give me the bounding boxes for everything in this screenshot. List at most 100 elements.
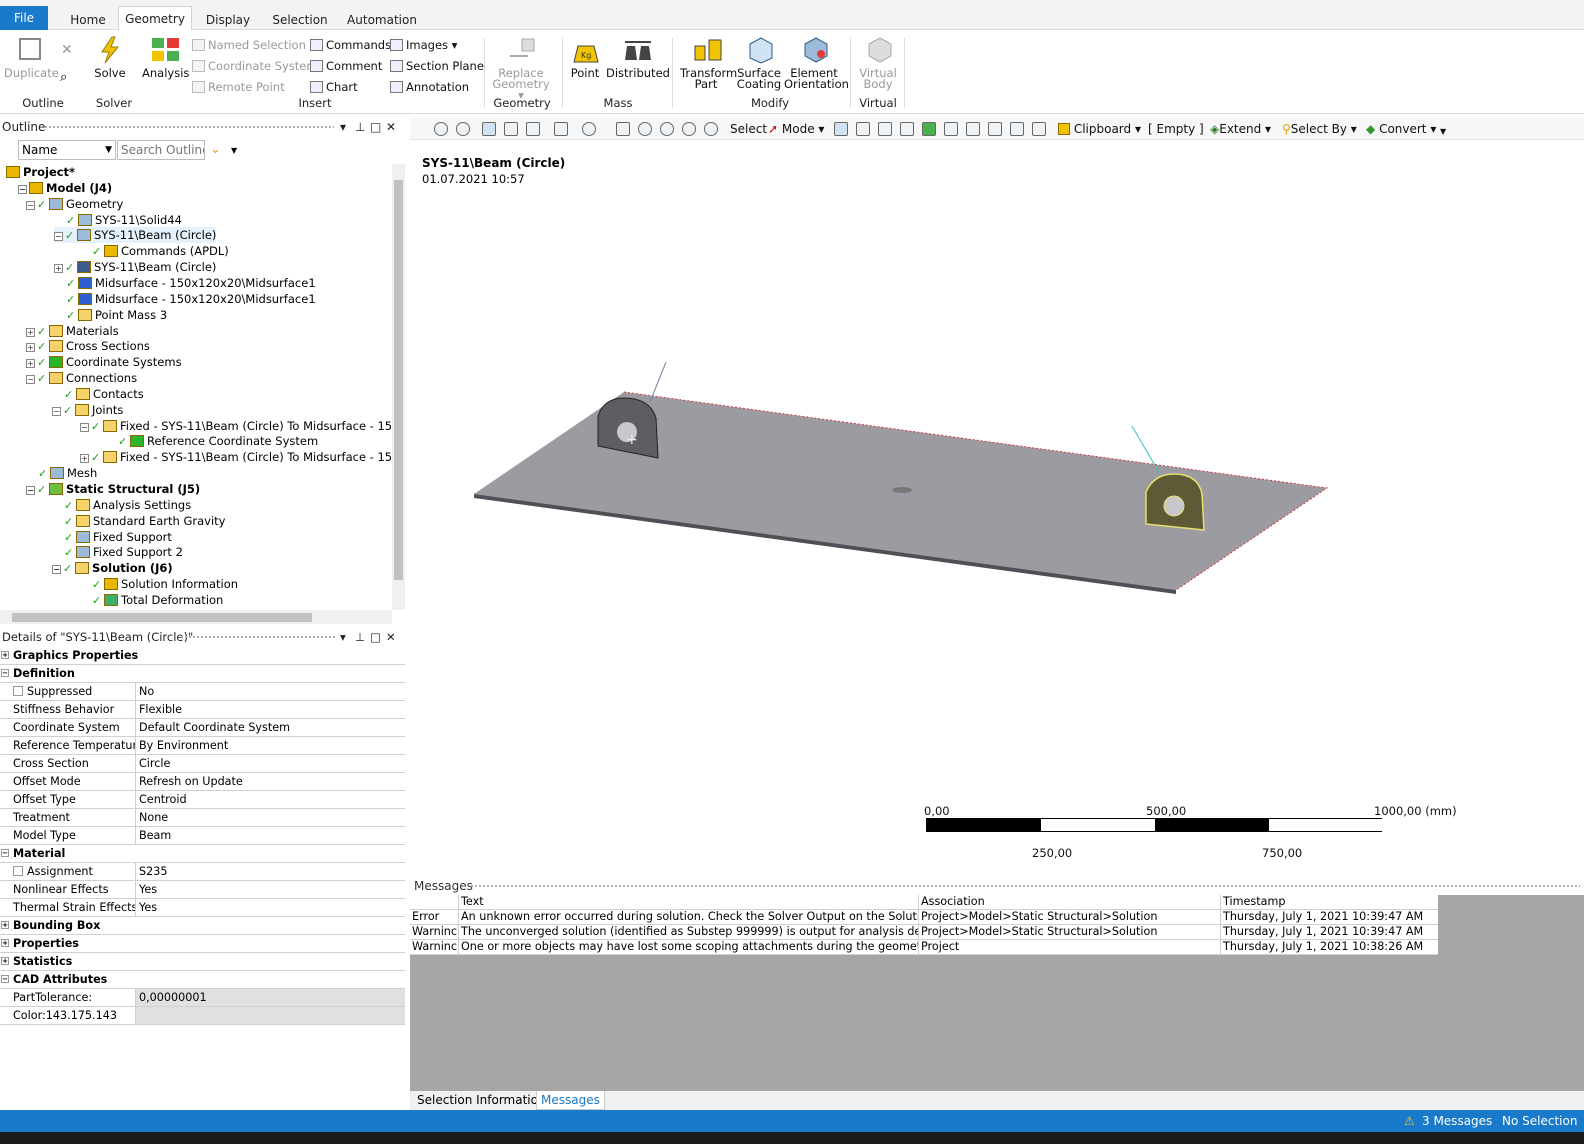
maximize-icon[interactable]: □ xyxy=(370,118,381,136)
tree-vertical-scrollbar[interactable] xyxy=(392,164,405,610)
scrollbar-thumb[interactable] xyxy=(12,613,312,622)
tree-node[interactable]: − ✓ Connections xyxy=(26,370,137,386)
element-orientation-button[interactable]: Element Orientation xyxy=(784,36,849,90)
details-row[interactable]: Reference Temperature By Environment xyxy=(0,737,405,755)
filter-icon[interactable]: ⌄ xyxy=(210,142,221,157)
zoom-in-icon[interactable] xyxy=(434,122,448,136)
close-icon[interactable]: ✕ xyxy=(386,628,396,646)
virtual-body-button[interactable]: Virtual Body xyxy=(856,36,900,90)
remote-point-button[interactable]: Remote Point xyxy=(192,78,285,96)
checkbox[interactable] xyxy=(13,866,23,876)
details-category[interactable]: + Properties xyxy=(0,935,405,953)
tree-node[interactable]: − ✓ Joints xyxy=(52,402,123,418)
expand-toggle-icon[interactable]: + xyxy=(26,359,35,369)
tree-node[interactable]: ✓ Analysis Settings xyxy=(64,497,191,513)
pane-menu-icon[interactable]: ▾ xyxy=(340,118,346,136)
details-value[interactable]: Circle xyxy=(135,755,405,772)
details-value[interactable]: No xyxy=(135,683,405,700)
chart-button[interactable]: Chart xyxy=(310,78,358,96)
shaded-view-icon[interactable] xyxy=(504,122,518,136)
tab-messages[interactable]: Messages xyxy=(536,1091,605,1110)
tree-node[interactable]: ✓ Midsurface - 150x120x20\Midsurface1 xyxy=(66,275,316,291)
details-category[interactable]: + Graphics Properties xyxy=(0,647,405,665)
transform-part-button[interactable]: Transform Part xyxy=(680,36,737,90)
details-row[interactable]: Stiffness Behavior Flexible xyxy=(0,701,405,719)
select-face-icon[interactable] xyxy=(878,122,892,136)
details-category[interactable]: − Definition xyxy=(0,665,405,683)
details-row[interactable]: Treatment None xyxy=(0,809,405,827)
select-vertex-icon[interactable] xyxy=(834,122,848,136)
tab-selection[interactable]: Selection xyxy=(268,10,332,30)
section-plane-button[interactable]: Section Plane xyxy=(390,57,484,75)
magnifier-icon[interactable] xyxy=(704,122,718,136)
tree-node[interactable]: ✓ SYS-11\Solid44 xyxy=(66,212,182,228)
rotate-icon[interactable] xyxy=(582,122,596,136)
search-icon[interactable]: ⌕ xyxy=(60,70,67,85)
wireframe-icon[interactable] xyxy=(526,122,540,136)
details-value[interactable]: Yes xyxy=(135,881,405,898)
point-mass-button[interactable]: Kg Point xyxy=(566,36,604,79)
select-element-face-icon[interactable] xyxy=(944,122,958,136)
tab-geometry[interactable]: Geometry xyxy=(118,6,192,31)
expand-toggle-icon[interactable]: + xyxy=(1,957,9,965)
details-row[interactable]: Cross Section Circle xyxy=(0,755,405,773)
expand-toggle-icon[interactable]: + xyxy=(1,651,9,659)
search-outline-input[interactable] xyxy=(117,140,205,160)
tree-node[interactable]: ✓ Fixed Support xyxy=(64,529,172,545)
drag-handle[interactable] xyxy=(180,635,335,640)
details-category[interactable]: − CAD Attributes xyxy=(0,971,405,989)
expand-toggle-icon[interactable]: − xyxy=(26,375,35,385)
zoom-out-icon[interactable] xyxy=(456,122,470,136)
tree-node[interactable]: ✓ Commands (APDL) xyxy=(92,243,229,259)
details-value[interactable]: S235 xyxy=(135,863,405,880)
iso-view-icon[interactable] xyxy=(482,122,496,136)
details-row[interactable]: Nonlinear Effects Yes xyxy=(0,881,405,899)
drag-handle[interactable] xyxy=(470,884,1580,889)
box-zoom-icon[interactable] xyxy=(554,122,568,136)
select-element-icon[interactable] xyxy=(966,122,980,136)
expand-toggle-icon[interactable]: + xyxy=(1,939,9,947)
close-icon[interactable]: ✕ xyxy=(386,118,396,136)
zoom-icon[interactable] xyxy=(638,122,652,136)
zoom-box-icon[interactable] xyxy=(682,122,696,136)
message-row[interactable]: Warninc One or more objects may have lost… xyxy=(410,940,1438,955)
select-node-icon[interactable] xyxy=(922,122,936,136)
maximize-icon[interactable]: □ xyxy=(370,628,381,646)
tree-node[interactable]: ✓ Point Mass 3 xyxy=(66,307,167,323)
details-value[interactable]: By Environment xyxy=(135,737,405,754)
pin-icon[interactable]: ⊥ xyxy=(355,628,365,646)
tree-node[interactable]: ✓ Contacts xyxy=(64,386,144,402)
replace-geometry-button[interactable]: Replace Geometry ▾ xyxy=(488,36,554,101)
images-button[interactable]: Images ▾ xyxy=(390,36,457,54)
filter-select-icon[interactable] xyxy=(1032,122,1046,136)
expand-toggle-icon[interactable]: − xyxy=(80,422,89,432)
solve-button[interactable]: Solve xyxy=(92,36,128,79)
tree-node[interactable]: + ✓ Fixed - SYS-11\Beam (Circle) To Midsur… xyxy=(80,449,392,465)
tree-node[interactable]: − ✓ Solution (J6) xyxy=(52,560,173,576)
chevron-down-icon[interactable]: ▼ xyxy=(231,146,237,155)
select-by-dropdown[interactable]: ⚲Select By ▾ xyxy=(1282,121,1357,137)
convert-dropdown[interactable]: ◆ Convert ▾ xyxy=(1366,121,1436,137)
coordinate-system-button[interactable]: Coordinate System xyxy=(192,57,318,75)
details-row[interactable]: Coordinate System Default Coordinate Syst… xyxy=(0,719,405,737)
pin-icon[interactable]: ⊥ xyxy=(355,118,365,136)
details-category[interactable]: + Bounding Box xyxy=(0,917,405,935)
tree-node[interactable]: + ✓ Materials xyxy=(26,323,119,339)
expand-toggle-icon[interactable]: − xyxy=(26,200,35,210)
commands-button[interactable]: Commands xyxy=(310,36,391,54)
details-value[interactable] xyxy=(135,1007,405,1024)
distributed-mass-button[interactable]: Distributed xyxy=(606,36,670,79)
tree-node[interactable]: ✓ Standard Earth Gravity xyxy=(64,513,225,529)
expand-toggle-icon[interactable]: − xyxy=(52,406,61,416)
select-mode-dropdown[interactable]: ➚ Mode ▾ xyxy=(768,121,824,137)
drag-handle[interactable] xyxy=(44,125,334,130)
extend-dropdown[interactable]: ◈Extend ▾ xyxy=(1210,121,1271,137)
details-value[interactable]: None xyxy=(135,809,405,826)
expand-toggle-icon[interactable]: − xyxy=(18,184,27,194)
annotation-button[interactable]: Annotation xyxy=(390,78,469,96)
tab-automation[interactable]: Automation xyxy=(344,10,420,30)
expand-toggle-icon[interactable]: + xyxy=(26,343,35,353)
select-edge-icon[interactable] xyxy=(856,122,870,136)
tree-node[interactable]: − ✓ Fixed - SYS-11\Beam (Circle) To Midsur… xyxy=(80,418,392,434)
expand-toggle-icon[interactable]: − xyxy=(52,565,61,575)
